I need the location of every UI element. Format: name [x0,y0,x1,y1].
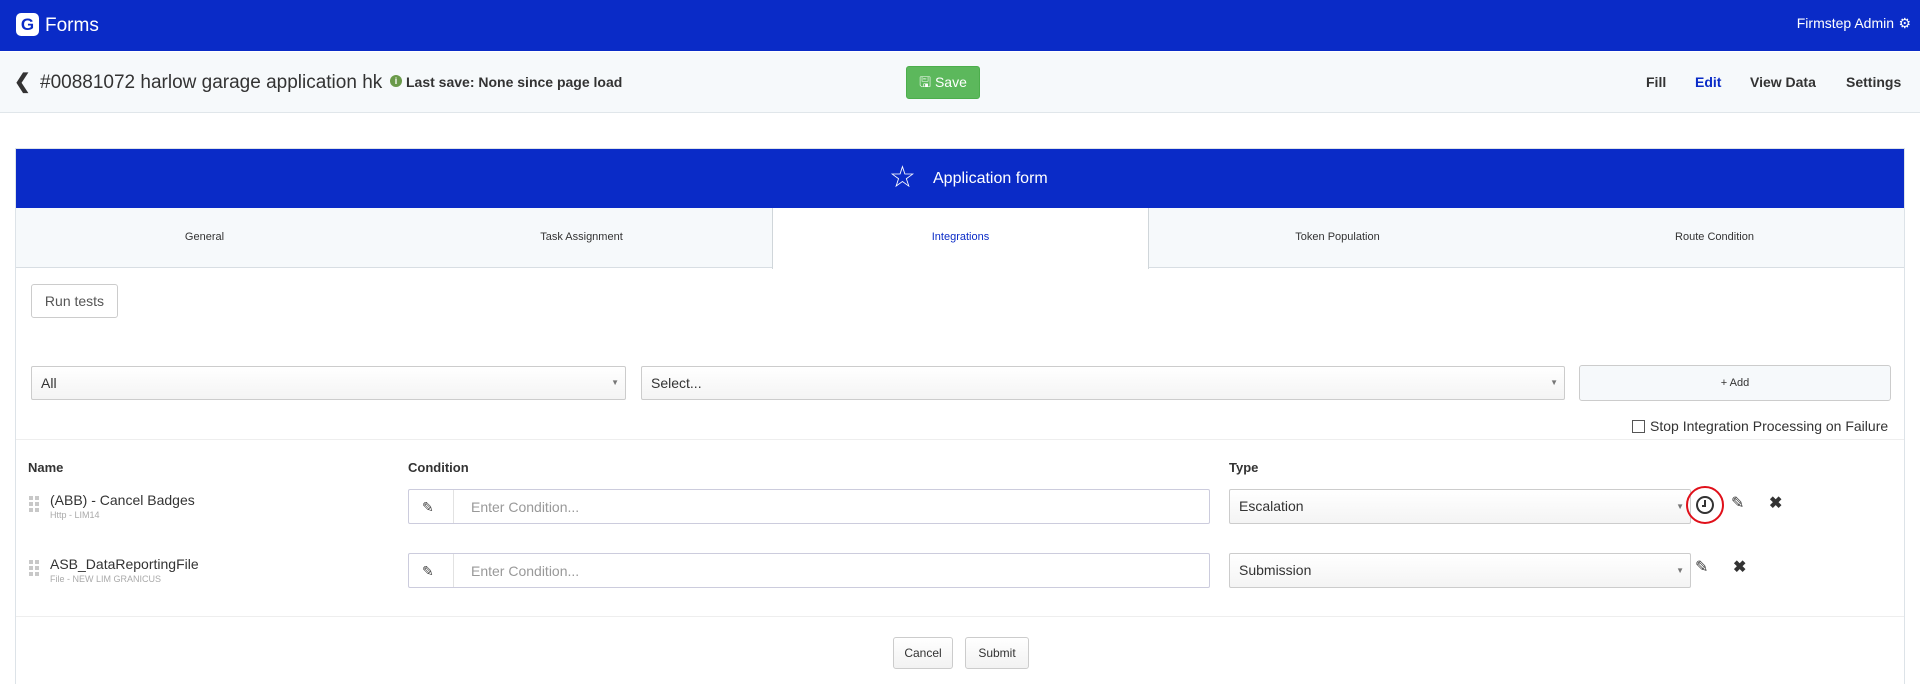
form-editor-card: ☆ Application form General Task Assignme… [15,148,1905,684]
delete-icon[interactable]: ✖ [1769,494,1782,514]
integrations-table: Name Condition Type [16,439,1904,617]
integration-source: Http - LIM14 [50,510,100,520]
user-menu[interactable]: Firmstep Admin [1797,14,1894,32]
type-select-value: Submission [1239,562,1312,578]
tab-token-population[interactable]: Token Population [1149,208,1526,268]
integration-name: (ABB) - Cancel Badges [50,492,195,508]
divider [453,554,454,587]
app-logo-icon[interactable]: G [16,13,39,36]
type-select[interactable]: Submission ▼ [1229,553,1691,588]
tab-route-condition[interactable]: Route Condition [1526,208,1903,268]
pencil-icon[interactable]: ✎ [422,562,434,580]
integration-select[interactable]: Select... ▼ [641,366,1565,400]
form-header: ❮ #00881072 harlow garage application hk… [0,52,1920,113]
tab-general[interactable]: General [16,208,393,268]
filter-select[interactable]: All ▼ [31,366,626,400]
run-tests-button[interactable]: Run tests [31,284,118,318]
pencil-icon[interactable]: ✎ [422,498,434,516]
condition-placeholder: Enter Condition... [471,563,580,579]
save-label: Save [934,74,967,90]
clock-icon[interactable] [1696,496,1714,514]
caret-down-icon: ▼ [1676,566,1684,575]
edit-icon[interactable]: ✎ [1695,558,1708,578]
app-name[interactable]: Forms [45,14,99,38]
divider [453,490,454,523]
integration-source: File - NEW LIM GRANICUS [50,574,162,584]
card-title: Application form [933,170,1048,187]
stop-on-failure-label[interactable]: Stop Integration Processing on Failure [1650,417,1888,435]
integration-select-value: Select... [651,375,702,391]
type-select-value: Escalation [1239,498,1304,514]
nav-view-data[interactable]: View Data [1750,73,1816,91]
filter-select-value: All [41,375,57,391]
condition-field[interactable]: ✎ Enter Condition... [408,553,1210,588]
tab-integrations[interactable]: Integrations [772,208,1149,269]
stop-on-failure-checkbox[interactable] [1632,420,1645,433]
tab-task-assignment[interactable]: Task Assignment [393,208,770,268]
tab-bar: General Task Assignment Integrations Tok… [16,208,1904,269]
star-icon: ☆ [889,161,916,194]
nav-fill[interactable]: Fill [1646,73,1666,91]
column-header-condition: Condition [408,460,469,475]
drag-handle-icon[interactable] [29,560,41,576]
caret-down-icon: ▼ [1676,502,1684,511]
condition-placeholder: Enter Condition... [471,499,580,515]
top-bar: G Forms Firmstep Admin ⚙ [0,0,1920,51]
column-header-type: Type [1229,460,1259,475]
nav-edit[interactable]: Edit [1695,73,1721,91]
edit-icon[interactable]: ✎ [1731,494,1744,514]
chevron-left-icon[interactable]: ❮ [14,70,31,94]
type-select[interactable]: Escalation ▼ [1229,489,1691,524]
condition-field[interactable]: ✎ Enter Condition... [408,489,1210,524]
info-icon: i [390,75,402,87]
delete-icon[interactable]: ✖ [1733,558,1746,578]
submit-button[interactable]: Submit [965,637,1029,669]
integration-name: ASB_DataReportingFile [50,556,199,572]
drag-handle-icon[interactable] [29,496,41,512]
add-integration-button[interactable]: + Add [1579,365,1891,401]
card-header: ☆ Application form [16,149,1904,208]
gear-icon[interactable]: ⚙ [1898,14,1911,32]
floppy-icon: 🖫 [919,74,932,90]
cancel-button[interactable]: Cancel [893,637,953,669]
last-save-status: Last save: None since page load [406,74,623,90]
caret-down-icon: ▼ [1550,378,1558,387]
form-title: #00881072 harlow garage application hk [40,72,383,93]
caret-down-icon: ▼ [611,378,619,387]
highlight-ring [1686,486,1724,524]
nav-settings[interactable]: Settings [1846,73,1901,91]
column-header-name: Name [28,460,64,475]
save-button[interactable]: 🖫 Save [906,66,980,99]
